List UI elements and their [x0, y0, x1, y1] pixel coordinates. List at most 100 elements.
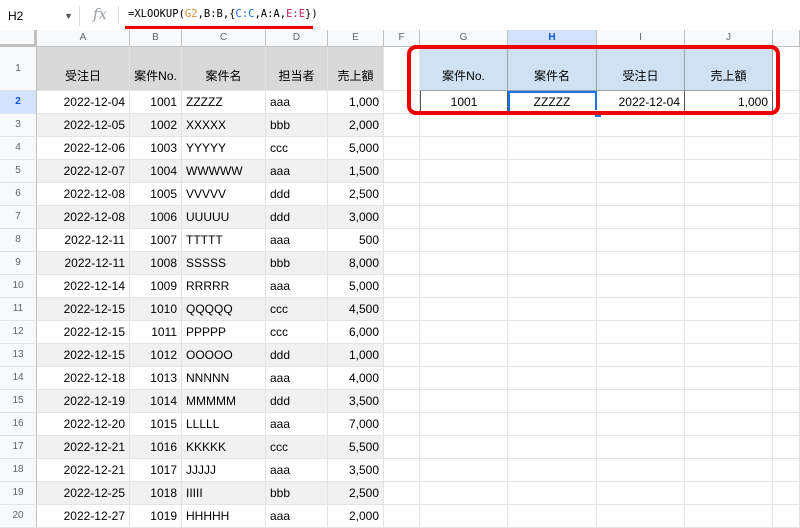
grid-cell[interactable]	[685, 298, 773, 321]
cell-no[interactable]: 1006	[130, 206, 182, 229]
grid-cell[interactable]	[597, 229, 685, 252]
grid-cell[interactable]	[384, 252, 420, 275]
column-header-d[interactable]: D	[266, 30, 328, 47]
row-header[interactable]: 5	[0, 160, 37, 183]
grid-cell[interactable]	[508, 298, 597, 321]
grid-cell[interactable]	[685, 505, 773, 528]
grid-cell[interactable]	[508, 321, 597, 344]
cell-person[interactable]: ccc	[266, 321, 328, 344]
cell-no[interactable]: 1001	[130, 91, 182, 114]
grid-cell[interactable]	[384, 229, 420, 252]
grid-cell[interactable]	[597, 298, 685, 321]
cell-person[interactable]: aaa	[266, 275, 328, 298]
grid-cell[interactable]	[773, 91, 800, 114]
cell-person[interactable]: ddd	[266, 344, 328, 367]
grid-cell[interactable]	[685, 160, 773, 183]
grid-cell[interactable]	[508, 229, 597, 252]
grid-cell[interactable]	[420, 298, 508, 321]
cell-no[interactable]: 1017	[130, 459, 182, 482]
cell-name[interactable]: JJJJJ	[182, 459, 266, 482]
grid-cell[interactable]	[685, 114, 773, 137]
grid-cell[interactable]	[384, 47, 420, 91]
cell-amount[interactable]: 6,000	[328, 321, 384, 344]
lookup-header-date[interactable]: 受注日	[597, 47, 685, 91]
grid-cell[interactable]	[685, 206, 773, 229]
grid-cell[interactable]	[773, 413, 800, 436]
grid-cell[interactable]	[773, 367, 800, 390]
grid-cell[interactable]	[384, 114, 420, 137]
chevron-down-icon[interactable]: ▼	[64, 6, 73, 26]
cell-person[interactable]: aaa	[266, 229, 328, 252]
grid-cell[interactable]	[597, 275, 685, 298]
column-header-g[interactable]: G	[420, 30, 508, 47]
grid-cell[interactable]	[597, 206, 685, 229]
cell-no[interactable]: 1018	[130, 482, 182, 505]
lookup-output-name[interactable]: ZZZZZ	[508, 91, 597, 114]
grid-cell[interactable]	[597, 183, 685, 206]
grid-cell[interactable]	[384, 436, 420, 459]
cell-date[interactable]: 2022-12-15	[37, 344, 130, 367]
cell-name[interactable]: WWWWW	[182, 160, 266, 183]
cell-name[interactable]: YYYYY	[182, 137, 266, 160]
cell-date[interactable]: 2022-12-05	[37, 114, 130, 137]
grid-cell[interactable]	[773, 183, 800, 206]
lookup-output-date[interactable]: 2022-12-04	[597, 91, 685, 114]
cell-person[interactable]: bbb	[266, 114, 328, 137]
grid-cell[interactable]	[597, 436, 685, 459]
cell-name[interactable]: RRRRR	[182, 275, 266, 298]
cell-date[interactable]: 2022-12-11	[37, 229, 130, 252]
column-header-h[interactable]: H	[508, 30, 597, 47]
grid-cell[interactable]	[384, 137, 420, 160]
grid-cell[interactable]	[420, 505, 508, 528]
lookup-header-no[interactable]: 案件No.	[420, 47, 508, 91]
grid-cell[interactable]	[773, 114, 800, 137]
row-header[interactable]: 1	[0, 47, 37, 91]
grid-cell[interactable]	[384, 344, 420, 367]
formula-input[interactable]: =XLOOKUP(G2,B:B,{C:C,A:A,E:E})	[128, 8, 318, 20]
grid-cell[interactable]	[685, 275, 773, 298]
grid-cell[interactable]	[384, 160, 420, 183]
cell-name[interactable]: VVVVV	[182, 183, 266, 206]
cell-date[interactable]: 2022-12-11	[37, 252, 130, 275]
lookup-output-no[interactable]: 1001	[420, 91, 508, 114]
cell-date[interactable]: 2022-12-08	[37, 183, 130, 206]
cell-no[interactable]: 1013	[130, 367, 182, 390]
cell-no[interactable]: 1005	[130, 183, 182, 206]
cell-person[interactable]: bbb	[266, 252, 328, 275]
grid-cell[interactable]	[384, 413, 420, 436]
grid-cell[interactable]	[685, 344, 773, 367]
grid-cell[interactable]	[685, 390, 773, 413]
cell-date[interactable]: 2022-12-08	[37, 206, 130, 229]
row-header[interactable]: 7	[0, 206, 37, 229]
grid-cell[interactable]	[773, 459, 800, 482]
grid-cell[interactable]	[685, 367, 773, 390]
cell-person[interactable]: ccc	[266, 137, 328, 160]
fill-handle[interactable]	[594, 110, 602, 118]
grid-cell[interactable]	[685, 436, 773, 459]
header-cell-name[interactable]: 案件名	[182, 47, 266, 91]
lookup-header-name[interactable]: 案件名	[508, 47, 597, 91]
cell-amount[interactable]: 3,500	[328, 459, 384, 482]
grid-cell[interactable]	[597, 252, 685, 275]
header-cell-no[interactable]: 案件No.	[130, 47, 182, 91]
cell-name[interactable]: KKKKK	[182, 436, 266, 459]
cell-name[interactable]: UUUUU	[182, 206, 266, 229]
grid-cell[interactable]	[384, 390, 420, 413]
grid-cell[interactable]	[597, 482, 685, 505]
cell-name[interactable]: OOOOO	[182, 344, 266, 367]
grid-cell[interactable]	[508, 505, 597, 528]
grid-cell[interactable]	[773, 436, 800, 459]
row-header[interactable]: 8	[0, 229, 37, 252]
grid-cell[interactable]	[597, 459, 685, 482]
grid-cell[interactable]	[420, 321, 508, 344]
row-header[interactable]: 16	[0, 413, 37, 436]
cell-name[interactable]: MMMMM	[182, 390, 266, 413]
cell-no[interactable]: 1003	[130, 137, 182, 160]
grid-cell[interactable]	[773, 482, 800, 505]
cell-name[interactable]: PPPPP	[182, 321, 266, 344]
select-all-corner[interactable]	[0, 30, 37, 47]
grid-cell[interactable]	[420, 367, 508, 390]
grid-cell[interactable]	[597, 321, 685, 344]
row-header[interactable]: 12	[0, 321, 37, 344]
grid-cell[interactable]	[420, 344, 508, 367]
